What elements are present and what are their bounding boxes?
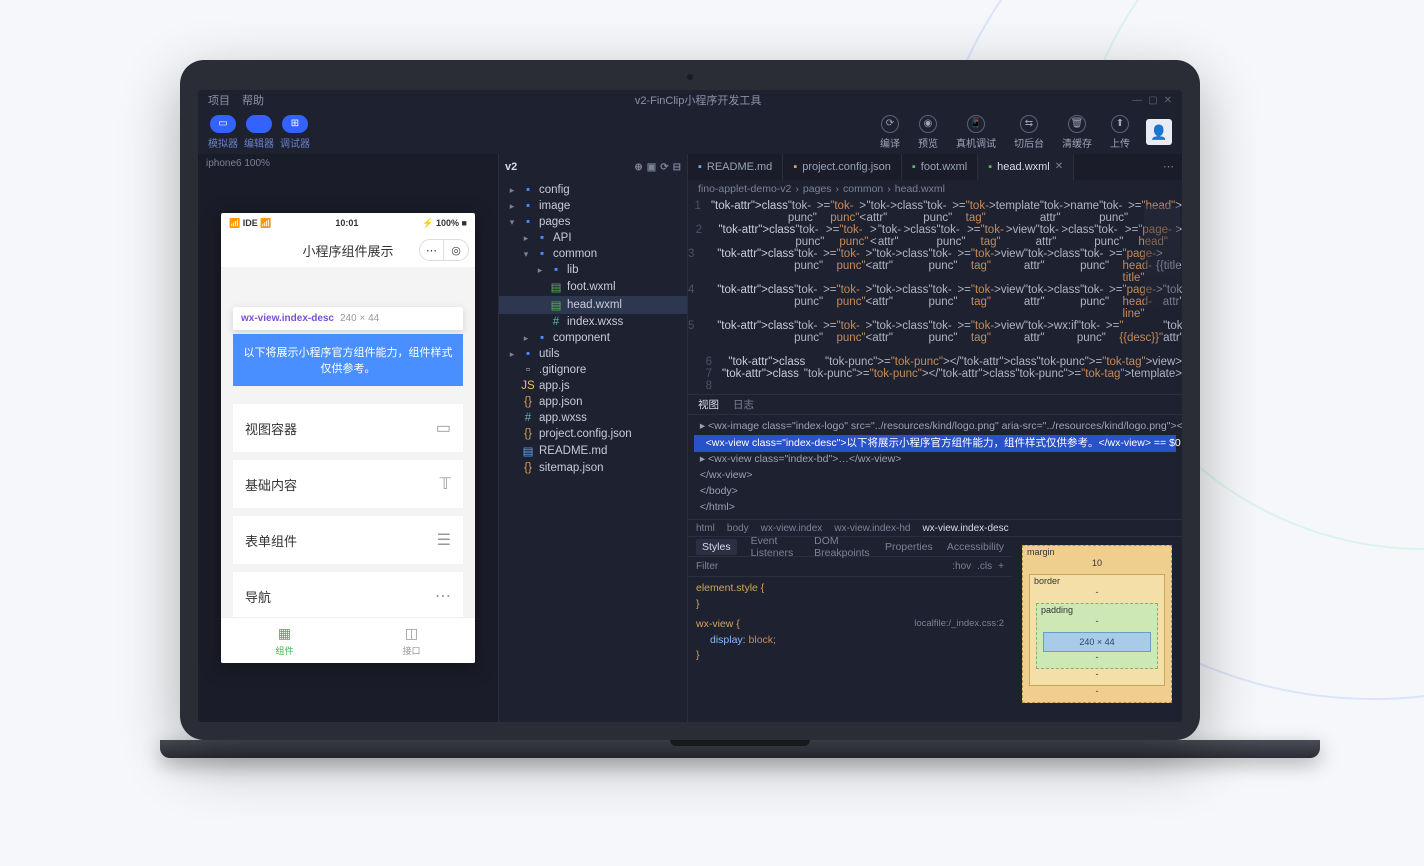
dom-crumb[interactable]: body (727, 523, 749, 534)
sim-list-item-3[interactable]: 导航⋯ (233, 572, 463, 617)
highlighted-element[interactable]: 以下将展示小程序官方组件能力，组件样式仅供参考。 (233, 334, 463, 386)
dom-line[interactable]: </body> (694, 484, 1176, 500)
tree-node-app.wxss[interactable]: # app.wxss (499, 410, 687, 426)
sim-list-item-1[interactable]: 基础内容𝕋 (233, 460, 463, 508)
dom-crumb[interactable]: html (696, 523, 715, 534)
minimize-icon[interactable]: — (1132, 95, 1142, 106)
devtools-tab-log[interactable]: 日志 (733, 397, 754, 412)
tabs-more-icon[interactable]: ⋯ (1155, 154, 1182, 180)
styles-subtab-2[interactable]: DOM Breakpoints (814, 537, 871, 559)
tree-node-utils[interactable]: ▸ ▪ utils (499, 346, 687, 362)
tree-node-component[interactable]: ▸ ▪ component (499, 330, 687, 346)
tree-node-head.wxml[interactable]: ▤ head.wxml (499, 296, 687, 314)
styles-subtab-4[interactable]: Accessibility (947, 541, 1004, 553)
dom-line[interactable]: </html> (694, 500, 1176, 516)
simulator-device-label: iphone6 100% (198, 154, 498, 173)
css-rules[interactable]: element.style {}</span><div class="sel">… (688, 577, 1012, 672)
editor-tab-2[interactable]: ▪foot.wxml (902, 154, 978, 180)
collapse-icon[interactable]: ⊟ (673, 162, 681, 173)
tree-node-config[interactable]: ▸ ▪ config (499, 182, 687, 198)
laptop-frame: 项目 帮助 v2-FinClip小程序开发工具 — ▢ ✕ ▭模拟器编辑器⊞调试… (160, 60, 1220, 780)
toolbar-action-0[interactable]: ⟳编译 (880, 115, 900, 150)
menubar: 项目 帮助 v2-FinClip小程序开发工具 — ▢ ✕ (198, 90, 1182, 110)
tree-root-label: v2 (505, 161, 517, 173)
maximize-icon[interactable]: ▢ (1148, 95, 1157, 106)
tree-node-foot.wxml[interactable]: ▤ foot.wxml (499, 278, 687, 296)
tree-node-API[interactable]: ▸ ▪ API (499, 230, 687, 246)
phone-nav-title: 小程序组件展示 (302, 241, 393, 260)
dom-line[interactable]: ▸ <wx-image class="index-logo" src="../r… (694, 419, 1176, 435)
dom-crumb[interactable]: wx-view.index (761, 523, 823, 534)
tree-node-image[interactable]: ▸ ▪ image (499, 198, 687, 214)
phone-simulator: 📶 IDE 📶 10:01 ⚡ 100% ■ 小程序组件展示 ⋯ ◎ (221, 213, 475, 663)
sim-list-item-2[interactable]: 表单组件☰ (233, 516, 463, 564)
laptop-camera (687, 74, 693, 80)
devtools-tab-view[interactable]: 视图 (698, 397, 719, 412)
dom-crumb[interactable]: wx-view.index-desc (922, 523, 1008, 534)
styles-filter-input[interactable]: Filter (696, 561, 952, 572)
toolbar: ▭模拟器编辑器⊞调试器 ⟳编译 ◉预览 📱真机调试 ⇆切后台 🗑清缓存 ⬆上传 👤 (198, 110, 1182, 154)
new-file-icon[interactable]: ⊕ (634, 162, 642, 173)
simulator-panel: iphone6 100% 📶 IDE 📶 10:01 ⚡ 100% ■ 小程序组… (198, 154, 498, 722)
sim-list-item-0[interactable]: 视图容器▭ (233, 404, 463, 452)
editor-tab-0[interactable]: ▪README.md (688, 154, 783, 180)
phone-status-signal: 📶 IDE 📶 (229, 218, 271, 229)
window-title: v2-FinClip小程序开发工具 (276, 92, 1120, 108)
styles-subtab-1[interactable]: Event Listeners (751, 537, 801, 559)
menu-help[interactable]: 帮助 (242, 92, 264, 108)
toolbar-action-4[interactable]: 🗑清缓存 (1062, 115, 1092, 150)
tree-node-sitemap.json[interactable]: {} sitemap.json (499, 460, 687, 476)
filter-opt[interactable]: .cls (977, 561, 992, 572)
user-avatar[interactable]: 👤 (1146, 119, 1172, 145)
file-tree-panel: v2 ⊕ ▣ ⟳ ⊟ ▸ ▪ config ▸ ▪ image (498, 154, 688, 722)
editor-panel: ▪README.md ▪project.config.json ▪foot.wx… (688, 154, 1182, 722)
box-model: margin10 border- padding- 240 × 44 - - - (1012, 537, 1182, 722)
tree-node-app.json[interactable]: {} app.json (499, 394, 687, 410)
capsule-menu-icon[interactable]: ⋯ (420, 240, 444, 260)
tree-node-lib[interactable]: ▸ ▪ lib (499, 262, 687, 278)
toolbar-action-5[interactable]: ⬆上传 (1110, 115, 1130, 150)
editor-tab-1[interactable]: ▪project.config.json (783, 154, 902, 180)
filter-opt[interactable]: + (998, 561, 1004, 572)
toolbar-action-1[interactable]: ◉预览 (918, 115, 938, 150)
toolbar-btn-0[interactable]: ▭模拟器 (208, 115, 238, 150)
filter-opt[interactable]: :hov (952, 561, 971, 572)
inspect-tooltip: wx-view.index-desc 240 × 44 (233, 307, 463, 330)
tree-node-README.md[interactable]: ▤ README.md (499, 442, 687, 460)
menu-project[interactable]: 项目 (208, 92, 230, 108)
devtools-panel: 视图 日志 ▸ <wx-image class="index-logo" src… (688, 394, 1182, 722)
toolbar-btn-2[interactable]: ⊞调试器 (280, 115, 310, 150)
tree-node-pages[interactable]: ▾ ▪ pages (499, 214, 687, 230)
editor-tab-3[interactable]: ▪head.wxml✕ (978, 154, 1074, 180)
close-icon[interactable]: ✕ (1164, 95, 1172, 106)
dom-crumb[interactable]: wx-view.index-hd (834, 523, 910, 534)
breadcrumb: fino-applet-demo-v2›pages›common›head.wx… (688, 180, 1182, 198)
tab-close-icon[interactable]: ✕ (1055, 161, 1063, 172)
laptop-base (160, 740, 1320, 758)
dom-line[interactable]: <wx-view class="index-desc">以下将展示小程序官方组件… (694, 435, 1176, 453)
refresh-icon[interactable]: ⟳ (660, 162, 668, 173)
toolbar-btn-1[interactable]: 编辑器 (244, 115, 274, 150)
tree-node-app.js[interactable]: JS app.js (499, 378, 687, 394)
tree-node-.gitignore[interactable]: ▫ .gitignore (499, 362, 687, 378)
code-editor[interactable]: 1"tok-attr">class"tok-punc">="tok-punc">… (688, 198, 1182, 394)
tree-node-index.wxss[interactable]: # index.wxss (499, 314, 687, 330)
toolbar-action-3[interactable]: ⇆切后台 (1014, 115, 1044, 150)
phone-status-battery: ⚡ 100% ■ (422, 218, 467, 229)
ide-window: 项目 帮助 v2-FinClip小程序开发工具 — ▢ ✕ ▭模拟器编辑器⊞调试… (198, 90, 1182, 722)
dom-inspector[interactable]: ▸ <wx-image class="index-logo" src="../r… (688, 415, 1182, 520)
toolbar-action-2[interactable]: 📱真机调试 (956, 115, 996, 150)
phone-status-time: 10:01 (335, 218, 358, 228)
new-folder-icon[interactable]: ▣ (647, 162, 656, 173)
minimap[interactable] (1144, 206, 1180, 316)
phone-tab-0[interactable]: ▦组件 (221, 618, 348, 663)
dom-line[interactable]: ▸ <wx-view class="index-bd">…</wx-view> (694, 452, 1176, 468)
dom-line[interactable]: </wx-view> (694, 468, 1176, 484)
tree-node-project.config.json[interactable]: {} project.config.json (499, 426, 687, 442)
phone-tab-1[interactable]: ◫接口 (348, 618, 475, 663)
capsule-close-icon[interactable]: ◎ (444, 240, 468, 260)
styles-subtab-0[interactable]: Styles (696, 539, 737, 555)
tree-node-common[interactable]: ▾ ▪ common (499, 246, 687, 262)
styles-subtab-3[interactable]: Properties (885, 541, 933, 553)
